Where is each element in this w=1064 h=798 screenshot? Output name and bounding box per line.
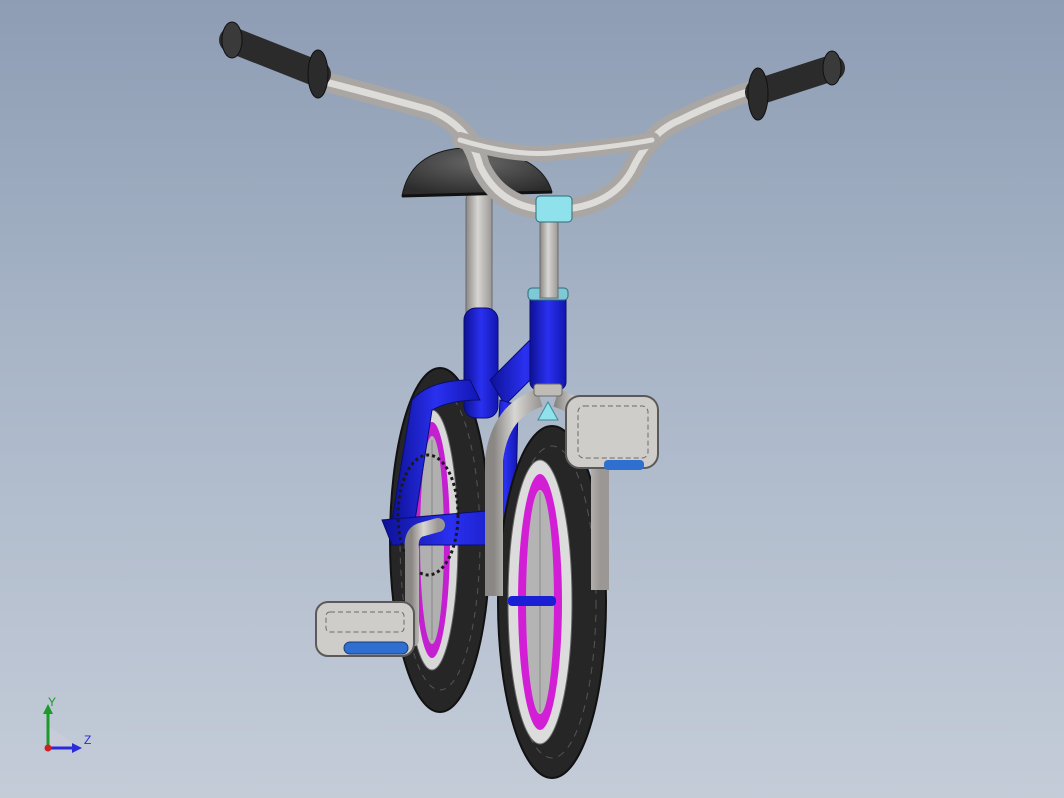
origin-icon bbox=[44, 744, 52, 752]
bicycle-model[interactable] bbox=[0, 0, 1064, 798]
right-pedal bbox=[562, 395, 659, 470]
z-axis-label: Z bbox=[84, 733, 91, 747]
left-grip bbox=[219, 21, 331, 99]
front-wheel bbox=[497, 425, 607, 779]
orientation-triad: Y Z bbox=[43, 696, 91, 753]
y-axis-label: Y bbox=[48, 696, 56, 709]
3d-viewport[interactable]: Y Z bbox=[0, 0, 1064, 798]
left-pedal bbox=[315, 601, 415, 657]
right-grip bbox=[745, 50, 845, 121]
z-axis-arrow-icon bbox=[72, 743, 82, 753]
